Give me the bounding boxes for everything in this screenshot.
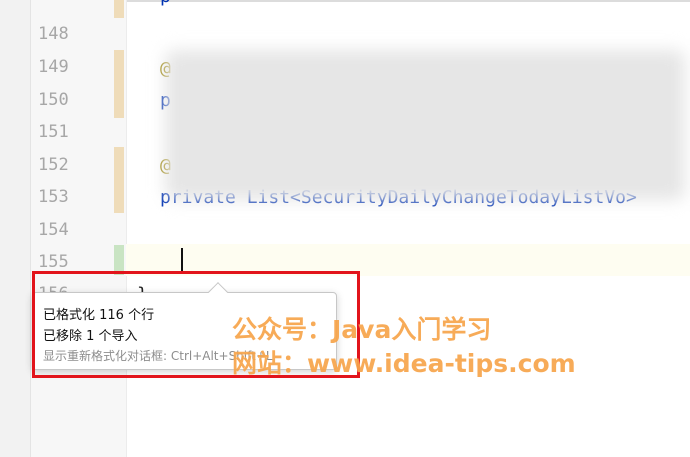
vcs-modified-marker[interactable] (114, 147, 124, 213)
vcs-modified-marker[interactable] (114, 0, 124, 18)
line-number: 153 (38, 187, 69, 207)
watermark-line-2: 网站：www.idea-tips.com (232, 349, 576, 378)
line-number: 155 (38, 252, 69, 272)
line-number: 150 (38, 90, 69, 110)
line-number: 152 (38, 155, 69, 175)
blurred-code-region (165, 50, 685, 200)
code-editor[interactable]: 148 149 150 151 152 153 154 155 156 p @ … (0, 0, 690, 457)
watermark-line-1: 公众号：Java入门学习 (232, 315, 492, 344)
vcs-modified-marker[interactable] (114, 50, 124, 118)
line-number: 148 (38, 24, 69, 44)
line-number: 151 (38, 122, 69, 142)
tool-window-strip (0, 0, 31, 457)
code-line-fragment[interactable]: p (160, 0, 171, 7)
line-number: 154 (38, 220, 69, 240)
line-number: 149 (38, 57, 69, 77)
text-caret (181, 248, 183, 272)
